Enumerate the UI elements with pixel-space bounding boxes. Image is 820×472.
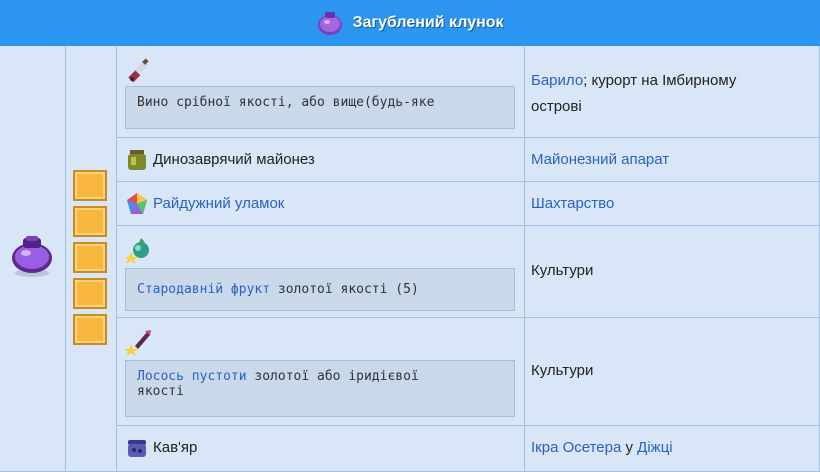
source-text: острові xyxy=(531,98,582,115)
source-link[interactable]: Барило xyxy=(531,72,583,89)
item-name: Кав'яр xyxy=(153,439,198,456)
source-link[interactable]: Ікра Осетера xyxy=(531,439,621,456)
item-link[interactable]: Стародавній фрукт xyxy=(137,282,270,297)
bag-cell xyxy=(0,46,66,472)
table-row: Лосось пустоти золотої або іридієвої яко… xyxy=(117,318,525,426)
ancient-fruit-icon xyxy=(125,238,149,264)
purple-bag-icon xyxy=(12,236,52,277)
source-text: у xyxy=(621,439,638,456)
item-requirement: Лосось пустоти золотої або іридієвої яко… xyxy=(125,360,515,417)
source-cell: Майонезний апарат xyxy=(525,138,820,182)
bundle-slot[interactable] xyxy=(73,314,107,345)
source-cell: Культури xyxy=(525,226,820,318)
source-link[interactable]: Майонезний апарат xyxy=(531,151,669,168)
table-row: Райдужний уламок xyxy=(117,182,525,226)
item-requirement-text: золотої якості (5) xyxy=(270,282,419,297)
prismatic-shard-icon xyxy=(127,193,147,214)
bundle-table: Загублений клунок Вино срібної якості, а… xyxy=(0,0,820,472)
source-cell: Шахтарство xyxy=(525,182,820,226)
purple-bag-icon xyxy=(318,12,343,35)
bundle-title: Загублений клунок xyxy=(352,14,504,31)
item-requirement-text: золотої або іридієвої xyxy=(246,369,419,384)
bundle-header: Загублений клунок xyxy=(0,0,820,46)
table-row: Кав'яр xyxy=(117,426,525,472)
wine-bottle-icon xyxy=(128,58,149,83)
source-link[interactable]: Діжці xyxy=(637,439,672,456)
table-row: Стародавній фрукт золотої якості (5) xyxy=(117,226,525,318)
source-link[interactable]: Шахтарство xyxy=(531,195,614,212)
caviar-icon xyxy=(128,440,146,457)
item-requirement: Вино срібної якості, або вище(будь-яке xyxy=(125,86,515,129)
item-name: Динозаврячий майонез xyxy=(153,151,315,168)
bundle-slot[interactable] xyxy=(73,242,107,273)
void-salmon-icon xyxy=(125,330,151,356)
source-cell: Барило; курорт на Імбирному острові xyxy=(525,46,820,138)
bundle-slot[interactable] xyxy=(73,278,107,309)
bundle-slot[interactable] xyxy=(73,206,107,237)
item-requirement: Стародавній фрукт золотої якості (5) xyxy=(125,268,515,311)
source-cell: Культури xyxy=(525,318,820,426)
source-text: ; курорт на Імбирному xyxy=(583,72,737,89)
source-cell: Ікра Осетера у Діжці xyxy=(525,426,820,472)
bundle-slot[interactable] xyxy=(73,170,107,201)
item-name-link[interactable]: Райдужний уламок xyxy=(153,195,284,212)
source-text: Культури xyxy=(531,262,594,279)
table-row: Вино срібної якості, або вище(будь-яке xyxy=(117,46,525,138)
source-text: Культури xyxy=(531,362,594,379)
mayonnaise-jar-icon xyxy=(128,150,146,170)
item-requirement-text: Вино срібної якості, або вище(будь-яке xyxy=(137,95,435,110)
table-row: Динозаврячий майонез xyxy=(117,138,525,182)
item-link[interactable]: Лосось пустоти xyxy=(137,369,247,384)
item-requirement-text: якості xyxy=(137,384,184,399)
